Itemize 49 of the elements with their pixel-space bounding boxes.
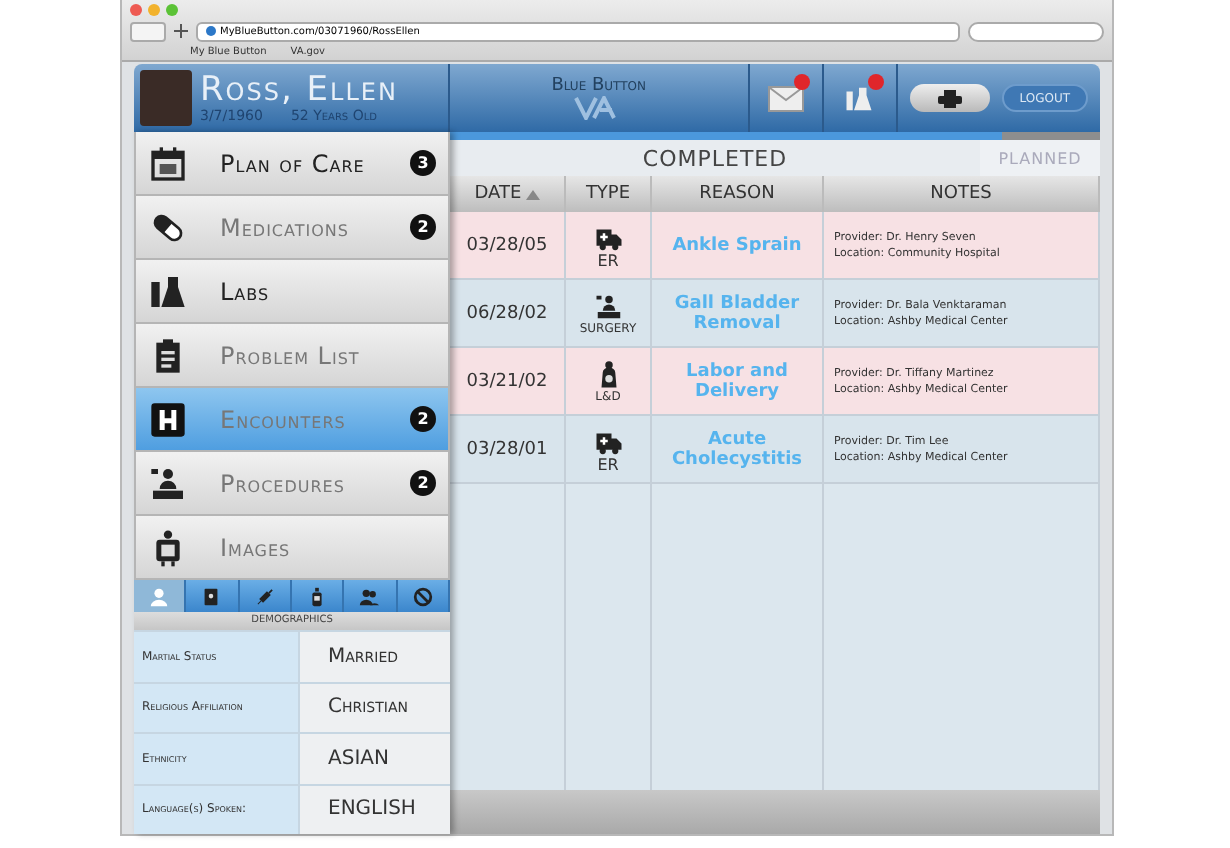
notification-dot — [793, 74, 810, 90]
syringe-icon — [253, 585, 276, 607]
print-button[interactable] — [909, 84, 990, 112]
app-title: Blue Button — [551, 76, 646, 96]
flask-icon — [148, 271, 188, 311]
people-icon — [358, 585, 381, 607]
date-cell: 06/28/02 — [466, 303, 548, 323]
sort-arrow-icon — [525, 189, 540, 199]
field-value: Christian — [300, 683, 450, 732]
field-value: Married — [300, 632, 450, 681]
sidebar-item[interactable]: Encounters 2 — [134, 388, 450, 452]
sidebar-item[interactable]: Procedures 2 — [134, 452, 450, 516]
surgery-icon — [593, 291, 623, 321]
count-badge: 2 — [410, 470, 436, 496]
patient-name: Ross, Ellen — [200, 73, 398, 107]
contact-book-icon — [200, 585, 223, 607]
info-tab[interactable] — [134, 580, 187, 612]
count-badge: 3 — [410, 150, 436, 176]
sidebar-item[interactable]: Plan of Care 3 — [134, 132, 450, 196]
window-control-dot[interactable] — [166, 4, 178, 16]
date-cell: 03/28/05 — [466, 235, 548, 255]
field-value: ASIAN — [300, 734, 450, 783]
envelope-icon — [767, 85, 804, 111]
search-field[interactable] — [968, 21, 1104, 41]
hospital-icon — [148, 399, 188, 439]
column-header[interactable]: REASON — [652, 176, 824, 212]
sidebar-item[interactable]: Labs — [134, 260, 450, 324]
plus-icon[interactable] — [174, 24, 188, 38]
sidebar-item[interactable]: Medications 2 — [134, 196, 450, 260]
column-header[interactable]: TYPE — [566, 176, 652, 212]
window-control-dot[interactable] — [130, 4, 142, 16]
type-label: ER — [597, 251, 619, 269]
count-badge: 2 — [410, 214, 436, 240]
flask-icon — [844, 83, 875, 113]
photo-placeholder — [140, 70, 192, 126]
date-cell: 03/21/02 — [466, 371, 548, 391]
column-header[interactable]: NOTES — [824, 176, 1100, 212]
count-badge: 2 — [410, 406, 436, 432]
field-value: ENGLISH — [300, 785, 450, 834]
date-cell: 03/28/01 — [466, 439, 548, 459]
calendar-icon — [148, 143, 188, 183]
type-label: ER — [597, 455, 619, 473]
globe-icon — [206, 26, 216, 36]
person-icon — [148, 585, 171, 607]
column-header[interactable]: DATE — [450, 176, 566, 212]
prohibited-icon — [411, 585, 434, 607]
window-control-dot[interactable] — [148, 4, 160, 16]
surgery-icon — [148, 463, 188, 503]
notification-dot — [867, 74, 884, 90]
